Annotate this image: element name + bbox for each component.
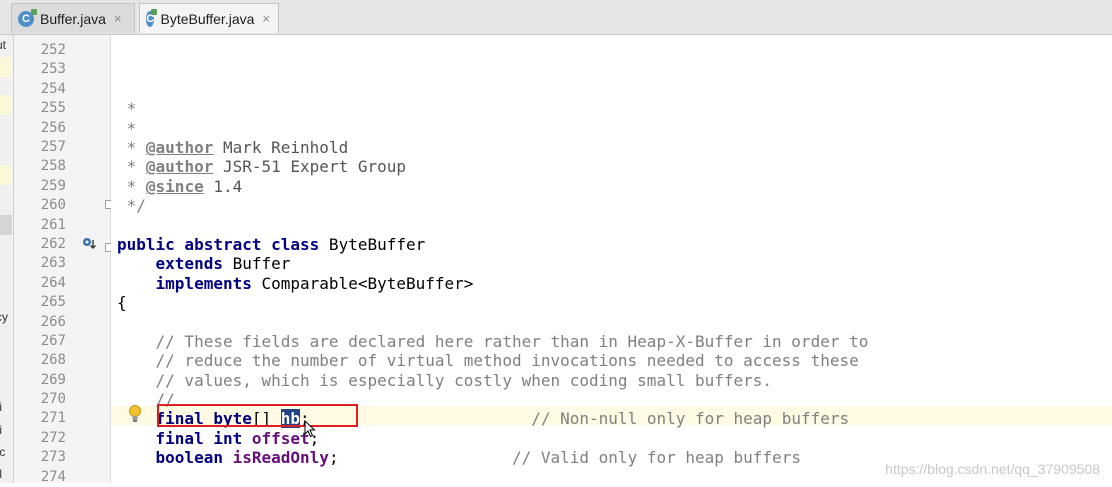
code-line-264: implements Comparable<ByteBuffer> <box>155 274 474 293</box>
code-line-267: // These fields are declared here rather… <box>155 332 869 351</box>
line-number: 270 <box>40 391 66 407</box>
line-number: 261 <box>40 217 66 233</box>
line-number: 274 <box>40 469 66 485</box>
tab-bytebuffer-java[interactable]: C ByteBuffer.java × <box>139 3 279 33</box>
panel-text-fragment: fc <box>0 445 5 459</box>
line-number: 253 <box>40 61 66 77</box>
code-line-258: * @author JSR-51 Expert Group <box>117 157 406 176</box>
code-line-255: * <box>117 99 137 118</box>
panel-text-fragment: fi <box>0 423 2 437</box>
panel-text-fragment: fl <box>0 467 2 481</box>
editor-tab-bar: C Buffer.java × C ByteBuffer.java × <box>0 0 1112 35</box>
code-line-269: // values, which is especially costly wh… <box>155 371 773 390</box>
java-class-icon: C <box>146 8 159 27</box>
line-number: 262 <box>40 236 66 252</box>
panel-selected-row <box>0 215 12 235</box>
tab-label: Buffer.java <box>40 10 106 27</box>
line-number: 272 <box>40 430 66 446</box>
close-icon[interactable]: × <box>114 11 122 26</box>
code-line-262: public abstract class ByteBuffer <box>117 235 426 254</box>
line-number: 255 <box>40 100 66 116</box>
code-line-265: { <box>117 293 127 312</box>
line-number-gutter[interactable]: 252 253 254 255 256 257 258 259 260 261 … <box>14 35 111 485</box>
line-number: 269 <box>40 372 66 388</box>
panel-highlight <box>0 57 12 77</box>
tab-label: ByteBuffer.java <box>160 10 255 27</box>
panel-text-fragment: cy <box>0 310 8 324</box>
line-number: 259 <box>40 178 66 194</box>
watermark-text: https://blog.csdn.net/qq_37909508 <box>885 461 1100 477</box>
code-line-268: // reduce the number of virtual method i… <box>155 351 859 370</box>
line-number: 273 <box>40 449 66 465</box>
panel-highlight <box>0 95 12 115</box>
code-line-272: final int offset; <box>155 429 320 448</box>
lightbulb-icon[interactable] <box>128 405 142 423</box>
panel-highlight <box>0 165 12 185</box>
highlight-annotation-box <box>157 404 358 427</box>
mouse-pointer-icon <box>304 420 316 438</box>
line-number: 260 <box>40 197 66 213</box>
line-number: 258 <box>40 158 66 174</box>
code-line-257: * @author Mark Reinhold <box>117 138 349 157</box>
line-number: 268 <box>40 352 66 368</box>
line-number: 265 <box>40 294 66 310</box>
line-number: 271 <box>40 410 66 426</box>
line-number: 266 <box>40 314 66 330</box>
line-number: 257 <box>40 139 66 155</box>
java-class-icon: C <box>18 8 37 27</box>
line-number: 252 <box>40 42 66 58</box>
implemented-marker-icon[interactable] <box>82 237 96 251</box>
code-line-260: */ <box>117 196 146 215</box>
line-number: 264 <box>40 275 66 291</box>
code-line-259: * @since 1.4 <box>117 177 243 196</box>
code-line-263: extends Buffer <box>155 254 291 273</box>
panel-text-fragment: ut <box>0 38 7 52</box>
line-number: 267 <box>40 333 66 349</box>
code-line-256: * <box>117 119 137 138</box>
panel-text-fragment: fi <box>0 400 2 414</box>
line-number: 256 <box>40 120 66 136</box>
line-number: 263 <box>40 255 66 271</box>
line-number: 254 <box>40 81 66 97</box>
project-panel-edge[interactable]: ut cy fi fi fc fl <box>0 35 14 483</box>
tab-buffer-java[interactable]: C Buffer.java × <box>11 3 135 33</box>
code-line-273: boolean isReadOnly; // Valid only for he… <box>155 448 801 467</box>
close-icon[interactable]: × <box>262 11 270 26</box>
